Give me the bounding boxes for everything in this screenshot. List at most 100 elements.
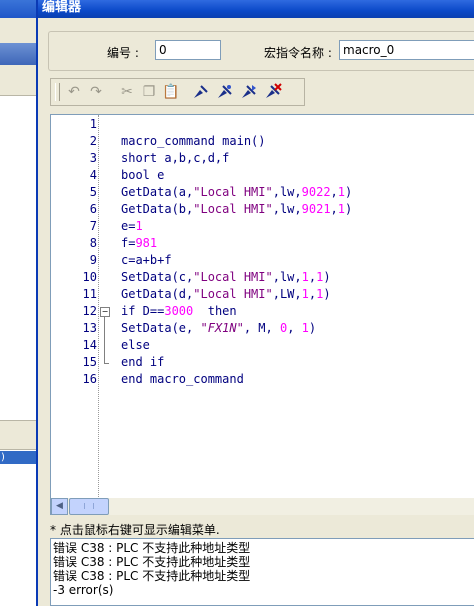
code-token: end if xyxy=(121,355,165,369)
scrollbar-thumb[interactable] xyxy=(69,498,109,515)
run-icon[interactable] xyxy=(239,82,259,102)
code-text: end macro_command xyxy=(121,371,244,388)
code-text: bool e xyxy=(121,167,164,184)
code-line[interactable]: 12 if D==3000 then xyxy=(51,303,474,320)
code-editor[interactable]: 1 2 macro_command main() 3 short a,b,c,d,f 4 b… xyxy=(50,114,474,500)
error-output: 错误 C38 : PLC 不支持此种地址类型 错误 C38 : PLC 不支持此种… xyxy=(50,538,474,606)
code-line[interactable]: 1 xyxy=(51,116,474,133)
copy-icon[interactable]: ❐ xyxy=(139,82,159,102)
line-number: 10 xyxy=(82,270,97,284)
code-token: ) xyxy=(323,287,331,301)
error-line[interactable]: -3 error(s) xyxy=(53,583,474,597)
code-text: SetData(e, "FX1N", M, 0, 1) xyxy=(121,320,316,337)
line-number: 13 xyxy=(82,321,97,335)
line-number: 15 xyxy=(82,355,97,369)
code-token: ) xyxy=(345,202,353,216)
line-number: 12 xyxy=(82,304,97,318)
code-text: GetData(d,"Local HMI",LW,1,1) xyxy=(121,286,331,303)
number-label: 编号 : xyxy=(107,46,139,60)
syntax-check-icon[interactable] xyxy=(191,82,211,102)
horizontal-scrollbar[interactable]: ◀ xyxy=(50,498,474,515)
line-number: 9 xyxy=(89,253,97,267)
line-number: 5 xyxy=(89,185,97,199)
line-number: 4 xyxy=(89,168,97,182)
code-number: 1 xyxy=(337,202,346,216)
scroll-left-icon[interactable]: ◀ xyxy=(51,498,68,515)
background-strip xyxy=(0,18,36,43)
code-text: end if xyxy=(121,354,164,371)
code-line[interactable]: 13 SetData(e, "FX1N", M, 0, 1) xyxy=(51,320,474,337)
code-line[interactable]: 7 e=1 xyxy=(51,218,474,235)
code-text: short a,b,c,d,f xyxy=(121,150,229,167)
code-line[interactable]: 6 GetData(b,"Local HMI",lw,9021,1) xyxy=(51,201,474,218)
background-header xyxy=(0,43,36,65)
code-line[interactable]: 10 SetData(c,"Local HMI",lw,1,1) xyxy=(51,269,474,286)
code-line[interactable]: 3 short a,b,c,d,f xyxy=(51,150,474,167)
code-number: 3000 xyxy=(164,304,194,318)
code-line[interactable]: 2 macro_command main() xyxy=(51,133,474,150)
redo-icon[interactable]: ↷ xyxy=(86,82,106,102)
toolbar-grip[interactable] xyxy=(55,83,60,101)
error-line[interactable]: 错误 C38 : PLC 不支持此种地址类型 xyxy=(53,555,474,569)
code-line[interactable]: 4 bool e xyxy=(51,167,474,184)
error-line[interactable]: 错误 C38 : PLC 不支持此种地址类型 xyxy=(53,569,474,583)
code-token: GetData(b, xyxy=(121,202,194,216)
editor-window: 编辑器 编号 : 宏指令名称 : ↶ ↷ ✂ ❐ 📋 12macro_comma… xyxy=(36,0,474,606)
code-text: f=981 xyxy=(121,235,157,252)
fold-toggle-icon[interactable]: − xyxy=(100,307,110,317)
code-text: else xyxy=(121,337,150,354)
code-token: , xyxy=(330,185,338,199)
code-token: short a,b,c,d,f xyxy=(121,151,230,165)
undo-icon[interactable]: ↶ xyxy=(64,82,84,102)
line-number: 11 xyxy=(82,287,97,301)
code-text: macro_command main() xyxy=(121,133,266,150)
line-number: 2 xyxy=(89,134,97,148)
code-line[interactable]: 5 GetData(a,"Local HMI",lw,9022,1) xyxy=(51,184,474,201)
line-number: 3 xyxy=(89,151,97,165)
code-number: 981 xyxy=(135,236,158,250)
line-number: 7 xyxy=(89,219,97,233)
window-title: 编辑器 xyxy=(38,0,474,18)
number-field[interactable] xyxy=(155,40,221,60)
code-text: c=a+b+f xyxy=(121,252,172,269)
code-string: "Local HMI" xyxy=(193,202,273,216)
code-token: , xyxy=(287,321,302,335)
code-token: , M, xyxy=(243,321,280,335)
fold-line xyxy=(104,317,105,363)
code-token: ,lw, xyxy=(272,270,302,284)
line-number: 16 xyxy=(82,372,97,386)
paste-icon[interactable]: 📋 xyxy=(161,82,181,102)
macro-name-label: 宏指令名称 : xyxy=(264,46,332,60)
code-token: ,lw, xyxy=(272,202,302,216)
code-token: ,LW, xyxy=(272,287,302,301)
code-number: 1 xyxy=(301,287,309,301)
background-selected-item[interactable]: ) xyxy=(0,451,37,464)
compile-icon[interactable] xyxy=(215,82,235,102)
code-line[interactable]: 14 else xyxy=(51,337,474,354)
error-line[interactable]: 错误 C38 : PLC 不支持此种地址类型 xyxy=(53,541,474,555)
code-token: ,lw, xyxy=(272,185,302,199)
code-token: , xyxy=(330,202,338,216)
background-strip xyxy=(0,65,36,96)
code-token: ) xyxy=(345,185,353,199)
background-app-panel: ) xyxy=(0,0,37,606)
code-text: GetData(a,"Local HMI",lw,9022,1) xyxy=(121,184,352,201)
editor-toolbar: ↶ ↷ ✂ ❐ 📋 xyxy=(50,78,305,106)
code-text: if D==3000 then xyxy=(121,303,237,320)
code-token: GetData(a, xyxy=(121,185,194,199)
code-number: 1 xyxy=(301,321,309,335)
code-line[interactable]: 8 f=981 xyxy=(51,235,474,252)
code-text: SetData(c,"Local HMI",lw,1,1) xyxy=(121,269,331,286)
cut-icon[interactable]: ✂ xyxy=(117,82,137,102)
macro-name-field[interactable] xyxy=(339,40,474,60)
code-string: "Local HMI" xyxy=(193,270,273,284)
code-token: SetData(e, xyxy=(121,321,201,335)
code-line[interactable]: 16 end macro_command xyxy=(51,371,474,388)
code-line[interactable]: 11 GetData(d,"Local HMI",LW,1,1) xyxy=(51,286,474,303)
code-line[interactable]: 9 c=a+b+f xyxy=(51,252,474,269)
code-line[interactable]: 15 end if xyxy=(51,354,474,371)
code-string: "FX1N" xyxy=(200,321,244,335)
code-token: SetData(c, xyxy=(121,270,194,284)
delete-icon[interactable] xyxy=(263,82,283,102)
line-number: 14 xyxy=(82,338,97,352)
